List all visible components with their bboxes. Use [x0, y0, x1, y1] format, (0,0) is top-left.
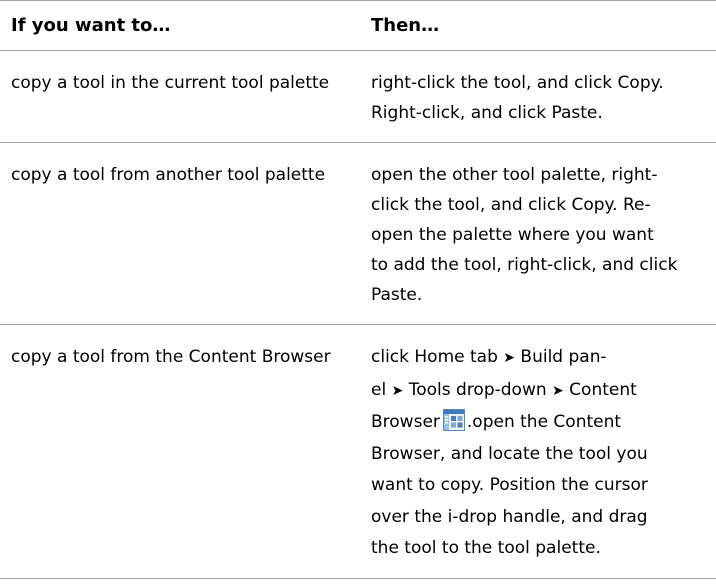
header-if-you-want-to: If you want to…	[11, 15, 171, 36]
row-want-text: copy a tool from another tool palette	[11, 165, 326, 185]
then-line: Paste.	[371, 285, 423, 305]
then-line: open the other tool palette, right-	[371, 165, 658, 185]
menu-path-home-tab: click Home tab	[371, 347, 498, 367]
header-then: Then…	[371, 15, 440, 36]
row-want-text: copy a tool from the Content Browser	[11, 347, 331, 367]
table-row: copy a tool in the current tool palette …	[0, 50, 716, 142]
menu-path-content: Content	[569, 379, 637, 400]
menu-path-browser: Browser	[371, 412, 440, 432]
row-then-text: click Home tab ➤ Build pan- el ➤ Tools d…	[371, 325, 716, 578]
table-header-row: If you want to… Then…	[0, 0, 716, 50]
then-line: Browser, and locate the tool you	[371, 443, 648, 464]
menu-path-build-panel-cont: el	[371, 379, 387, 400]
row-want-text: copy a tool in the current tool palette	[11, 73, 330, 93]
menu-path-tools-dropdown: Tools drop-down	[408, 379, 547, 400]
instruction-table: If you want to… Then… copy a tool in the…	[0, 0, 716, 579]
row-then-text: open the other tool palette, right- clic…	[371, 143, 716, 324]
row-then-text: right-click the tool, and click Copy. Ri…	[371, 73, 664, 123]
menu-arrow-icon: ➤	[391, 382, 404, 399]
content-browser-icon	[442, 409, 465, 431]
then-line: over the i-drop handle, and drag	[371, 506, 648, 527]
then-line: want to copy. Position the cursor	[371, 475, 648, 495]
menu-path-build-panel: Build pan-	[520, 347, 607, 367]
then-line: click the tool, and click Copy. Re-	[371, 195, 651, 215]
then-line: to add the tool, right-click, and click	[371, 255, 678, 275]
table-row: copy a tool from the Content Browser cli…	[0, 324, 716, 579]
then-line: the tool to the tool palette.	[371, 538, 601, 558]
menu-arrow-icon: ➤	[552, 382, 564, 399]
table-row: copy a tool from another tool palette op…	[0, 142, 716, 324]
menu-arrow-icon: ➤	[503, 350, 516, 366]
then-line: .open the Content	[466, 412, 622, 432]
then-line: open the palette where you want	[371, 225, 654, 245]
